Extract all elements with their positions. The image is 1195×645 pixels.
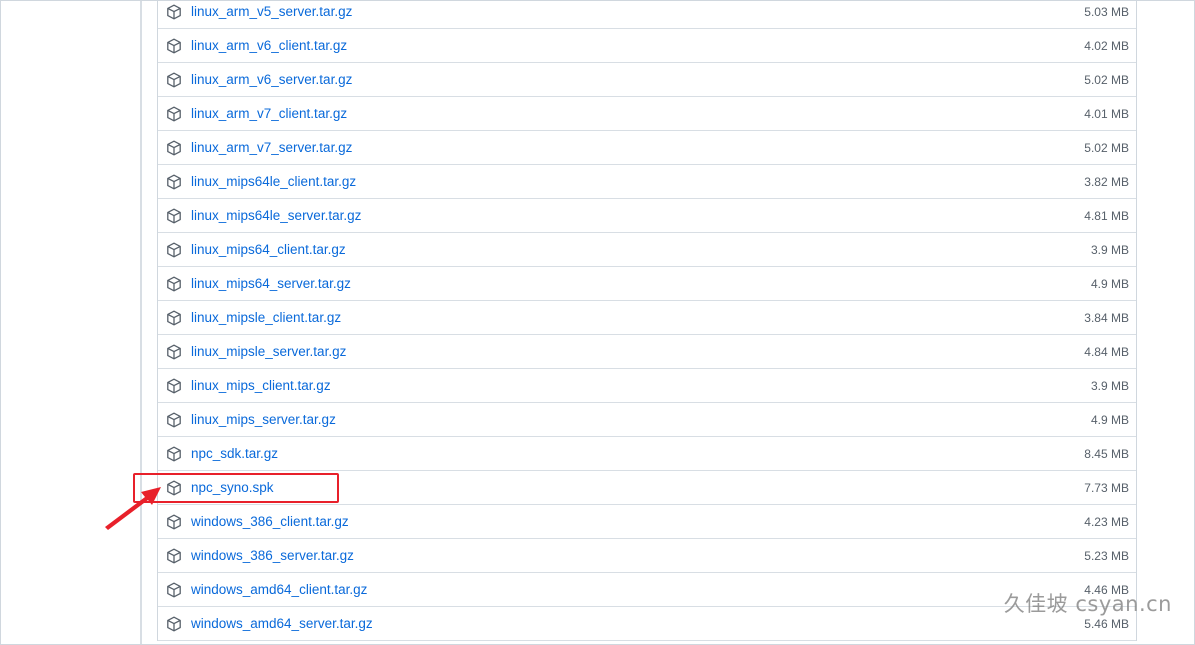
asset-size: 4.81 MB: [1084, 208, 1129, 223]
asset-download-link[interactable]: linux_mips64_client.tar.gz: [191, 242, 346, 257]
package-icon: [166, 242, 182, 258]
asset-download-link[interactable]: windows_amd64_client.tar.gz: [191, 582, 367, 597]
timeline-line: [140, 1, 142, 644]
asset-row: linux_mips_client.tar.gz 3.9 MB: [158, 369, 1136, 403]
package-icon: [166, 38, 182, 54]
asset-row: linux_arm_v7_client.tar.gz 4.01 MB: [158, 97, 1136, 131]
asset-size: 5.02 MB: [1084, 72, 1129, 87]
asset-download-link[interactable]: linux_mipsle_client.tar.gz: [191, 310, 341, 325]
asset-download-link[interactable]: windows_386_server.tar.gz: [191, 548, 354, 563]
asset-download-link[interactable]: windows_386_client.tar.gz: [191, 514, 349, 529]
asset-download-link[interactable]: linux_arm_v7_server.tar.gz: [191, 140, 352, 155]
asset-download-link[interactable]: linux_mipsle_server.tar.gz: [191, 344, 346, 359]
package-icon: [166, 310, 182, 326]
asset-row: windows_386_client.tar.gz 4.23 MB: [158, 505, 1136, 539]
watermark: 久佳坡 csyan.cn: [1003, 592, 1172, 616]
package-icon: [166, 208, 182, 224]
package-icon: [166, 616, 182, 632]
asset-download-link[interactable]: linux_arm_v7_client.tar.gz: [191, 106, 347, 121]
asset-size: 4.84 MB: [1084, 344, 1129, 359]
package-icon: [166, 106, 182, 122]
asset-download-link[interactable]: windows_amd64_server.tar.gz: [191, 616, 373, 631]
package-icon: [166, 174, 182, 190]
asset-list: linux_arm_v5_server.tar.gz 5.03 MB linux…: [157, 1, 1137, 641]
asset-size: 3.9 MB: [1090, 242, 1129, 257]
asset-download-link[interactable]: linux_arm_v6_server.tar.gz: [191, 72, 352, 87]
package-icon: [166, 4, 182, 20]
asset-row: linux_mips64le_client.tar.gz 3.82 MB: [158, 165, 1136, 199]
asset-size: 5.23 MB: [1084, 548, 1129, 563]
asset-download-link[interactable]: linux_arm_v6_client.tar.gz: [191, 38, 347, 53]
asset-download-link[interactable]: npc_sdk.tar.gz: [191, 446, 278, 461]
asset-row: linux_arm_v6_server.tar.gz 5.02 MB: [158, 63, 1136, 97]
asset-size: 5.03 MB: [1084, 4, 1129, 19]
package-icon: [166, 378, 182, 394]
asset-download-link[interactable]: linux_arm_v5_server.tar.gz: [191, 4, 352, 19]
asset-row: windows_amd64_client.tar.gz 4.46 MB: [158, 573, 1136, 607]
asset-size: 4.9 MB: [1090, 276, 1129, 291]
asset-download-link[interactable]: linux_mips64le_client.tar.gz: [191, 174, 356, 189]
package-icon: [166, 514, 182, 530]
asset-row: linux_mips64le_server.tar.gz 4.81 MB: [158, 199, 1136, 233]
asset-size: 4.01 MB: [1084, 106, 1129, 121]
asset-download-link[interactable]: linux_mips_server.tar.gz: [191, 412, 336, 427]
package-icon: [166, 446, 182, 462]
asset-size: 4.23 MB: [1084, 514, 1129, 529]
asset-size: 3.82 MB: [1084, 174, 1129, 189]
asset-size: 4.9 MB: [1090, 412, 1129, 427]
asset-row: linux_mipsle_client.tar.gz 3.84 MB: [158, 301, 1136, 335]
asset-download-link[interactable]: linux_mips_client.tar.gz: [191, 378, 331, 393]
package-icon: [166, 582, 182, 598]
asset-download-link[interactable]: linux_mips64le_server.tar.gz: [191, 208, 361, 223]
release-assets-page: linux_arm_v5_server.tar.gz 5.03 MB linux…: [0, 0, 1195, 645]
asset-size: 8.45 MB: [1084, 446, 1129, 461]
package-icon: [166, 276, 182, 292]
asset-row: windows_amd64_server.tar.gz 5.46 MB: [158, 607, 1136, 641]
asset-size: 3.84 MB: [1084, 310, 1129, 325]
asset-row: windows_386_server.tar.gz 5.23 MB: [158, 539, 1136, 573]
package-icon: [166, 72, 182, 88]
asset-row: linux_mips64_client.tar.gz 3.9 MB: [158, 233, 1136, 267]
asset-row: linux_arm_v7_server.tar.gz 5.02 MB: [158, 131, 1136, 165]
asset-download-link[interactable]: linux_mips64_server.tar.gz: [191, 276, 351, 291]
asset-size: 5.02 MB: [1084, 140, 1129, 155]
asset-size: 4.02 MB: [1084, 38, 1129, 53]
asset-size: 7.73 MB: [1084, 480, 1129, 495]
asset-row: linux_mipsle_server.tar.gz 4.84 MB: [158, 335, 1136, 369]
package-icon: [166, 412, 182, 428]
asset-row: linux_arm_v5_server.tar.gz 5.03 MB: [158, 1, 1136, 29]
asset-row: linux_mips_server.tar.gz 4.9 MB: [158, 403, 1136, 437]
arrow-icon: [101, 481, 167, 536]
asset-row: npc_sdk.tar.gz 8.45 MB: [158, 437, 1136, 471]
package-icon: [166, 548, 182, 564]
package-icon: [166, 140, 182, 156]
asset-size: 5.46 MB: [1084, 616, 1129, 631]
asset-size: 3.9 MB: [1090, 378, 1129, 393]
asset-row: linux_arm_v6_client.tar.gz 4.02 MB: [158, 29, 1136, 63]
asset-row: linux_mips64_server.tar.gz 4.9 MB: [158, 267, 1136, 301]
package-icon: [166, 344, 182, 360]
